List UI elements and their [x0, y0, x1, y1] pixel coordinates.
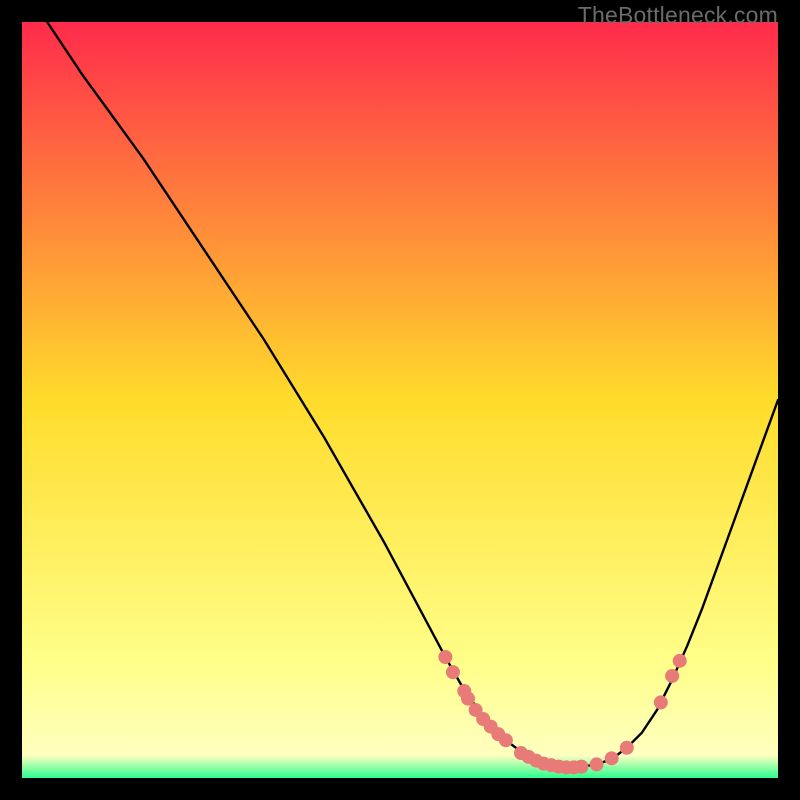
data-marker: [620, 741, 634, 755]
data-marker: [446, 665, 460, 679]
chart-svg: [22, 22, 778, 778]
gradient-background: [22, 22, 778, 778]
data-marker: [673, 654, 687, 668]
watermark-text: TheBottleneck.com: [578, 2, 778, 29]
data-marker: [438, 650, 452, 664]
data-marker: [590, 757, 604, 771]
data-marker: [654, 695, 668, 709]
outer-frame: TheBottleneck.com: [0, 0, 800, 800]
data-marker: [499, 733, 513, 747]
plot-area: [22, 22, 778, 778]
data-marker: [574, 760, 588, 774]
data-marker: [665, 669, 679, 683]
data-marker: [605, 751, 619, 765]
